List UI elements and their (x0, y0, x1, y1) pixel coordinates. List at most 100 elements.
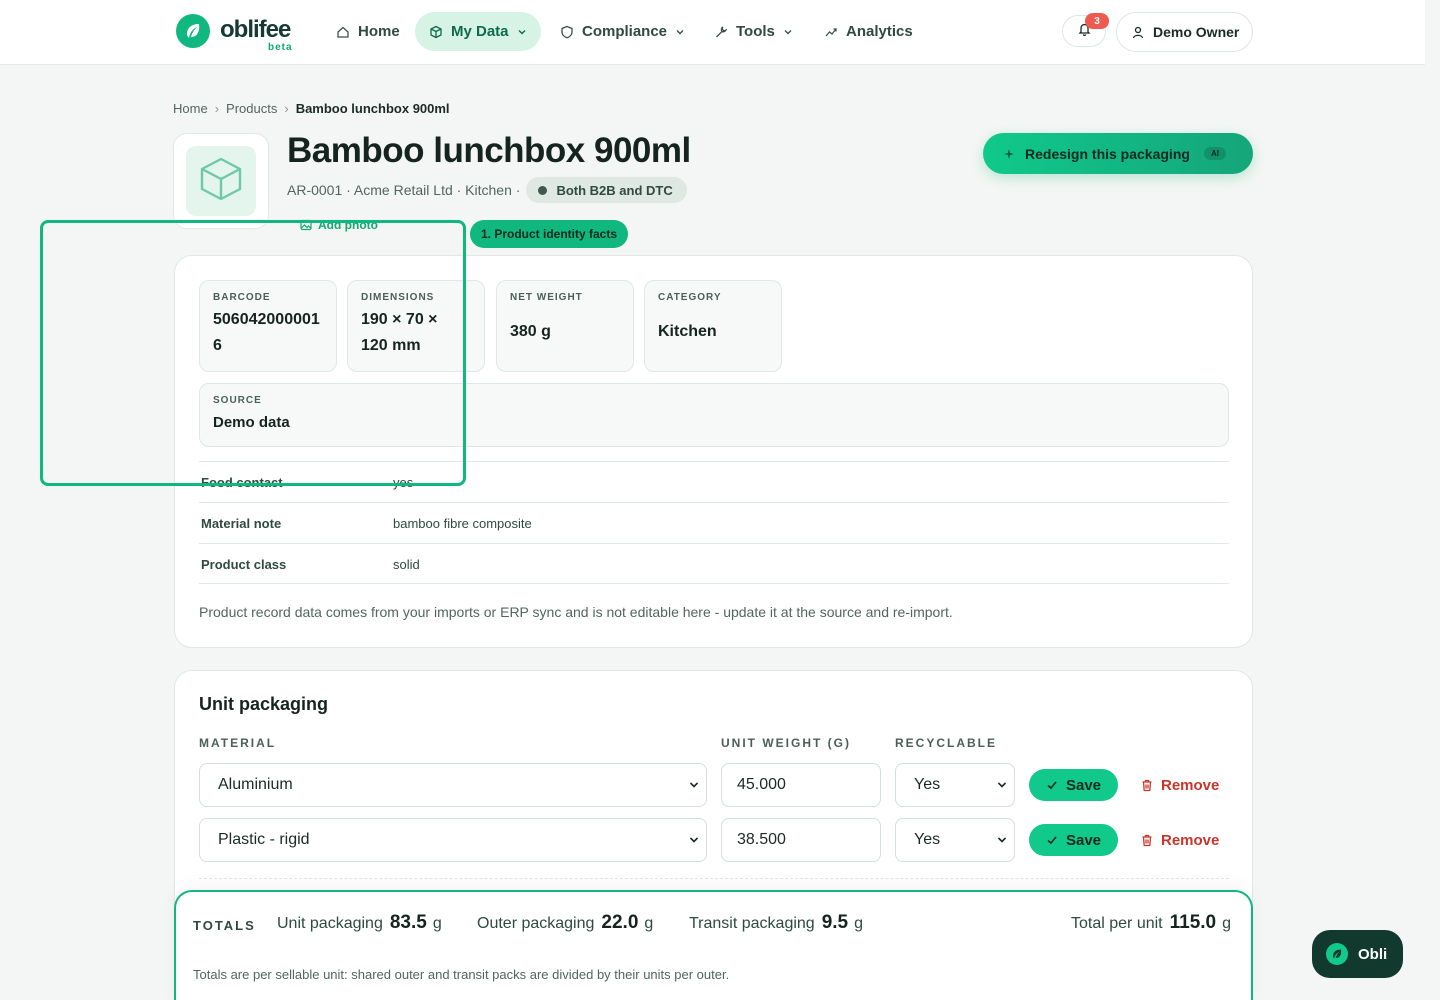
remove-button[interactable]: Remove (1141, 777, 1219, 794)
leaf-icon (176, 14, 210, 48)
record-note: Product record data comes from your impo… (199, 604, 953, 620)
save-label: Save (1065, 776, 1102, 794)
breadcrumb: Home › Products › Bamboo lunchbox 900ml (173, 101, 450, 116)
total-item-label: Total per unit (1071, 915, 1163, 932)
column-header-recyclable: RECYCLABLE (895, 736, 998, 750)
tour-step-label[interactable]: 1. Product identity facts (470, 220, 629, 248)
chevron-down-icon (996, 834, 1008, 846)
chevron-down-icon (996, 779, 1008, 791)
total-item-unit: g (644, 915, 654, 932)
obli-assistant-button[interactable]: Obli (1312, 930, 1403, 978)
fact-value: Kitchen (658, 323, 717, 340)
obli-label: Obli (1358, 945, 1388, 963)
material-select[interactable]: Plastic - rigid (199, 818, 707, 862)
fact-net-weight: NET WEIGHT 380 g (496, 280, 634, 372)
home-icon (336, 25, 350, 39)
channel-badge: Both B2B and DTC (526, 177, 687, 203)
top-navigation: oblifee beta Home My Data Compliance Too… (0, 0, 1425, 65)
chevron-down-icon (688, 779, 700, 791)
trash-icon (1141, 834, 1153, 847)
unit-weight-value: 38.500 (737, 831, 786, 848)
tour-highlight (40, 220, 466, 486)
product-meta-text: AR-0001 · Acme Retail Ltd · Kitchen · (287, 182, 521, 198)
box-icon (197, 155, 245, 208)
trash-icon (1141, 779, 1153, 792)
nav-analytics-label: Analytics (846, 23, 913, 40)
channel-badge-label: Both B2B and DTC (556, 182, 673, 198)
remove-label: Remove (1161, 832, 1220, 849)
leaf-icon (1326, 943, 1348, 965)
remove-label: Remove (1161, 777, 1220, 794)
unit-weight-input[interactable]: 45.000 (721, 763, 881, 807)
attribute-key: Material note (201, 515, 282, 531)
remove-button[interactable]: Remove (1141, 832, 1219, 849)
totals-label: TOTALS (193, 918, 256, 933)
save-button[interactable]: Save (1029, 769, 1118, 801)
save-button[interactable]: Save (1029, 824, 1118, 856)
breadcrumb-current: Bamboo lunchbox 900ml (295, 101, 450, 116)
total-item-value: 22.0 (601, 912, 639, 933)
total-item-value: 115.0 (1169, 912, 1217, 933)
material-select[interactable]: Aluminium (199, 763, 707, 807)
user-name: Demo Owner (1153, 24, 1240, 40)
check-icon (1046, 834, 1058, 846)
breadcrumb-separator: › (284, 101, 289, 116)
column-header-material: MATERIAL (199, 736, 277, 750)
total-item-unit: g (854, 915, 864, 932)
redesign-packaging-button[interactable]: Redesign this packaging AI (983, 133, 1253, 174)
total-item-value: 9.5 (821, 912, 849, 933)
chevron-down-icon (688, 834, 700, 846)
thumbnail-placeholder (186, 146, 256, 216)
recyclable-select-value: Yes (914, 831, 941, 848)
fact-label: CATEGORY (658, 292, 722, 303)
user-icon (1132, 26, 1144, 39)
recyclable-select-value: Yes (914, 776, 941, 793)
nav-my-data[interactable]: My Data (415, 12, 541, 51)
product-thumbnail[interactable] (173, 133, 269, 229)
attribute-row: Product class solid (199, 543, 1229, 584)
total-item-label: Outer packaging (477, 915, 595, 932)
sparkle-icon (1003, 148, 1015, 160)
attribute-value: solid (393, 556, 420, 572)
shield-icon (560, 25, 574, 39)
divider (199, 878, 1229, 879)
nav-tools[interactable]: Tools (700, 12, 807, 51)
total-item-label: Unit packaging (277, 915, 383, 932)
user-menu-button[interactable]: Demo Owner (1116, 12, 1253, 52)
product-meta: AR-0001 · Acme Retail Ltd · Kitchen · Bo… (287, 177, 687, 203)
beta-tag: beta (268, 42, 293, 53)
fact-category: CATEGORY Kitchen (644, 280, 782, 372)
unit-weight-input[interactable]: 38.500 (721, 818, 881, 862)
nav-home-label: Home (358, 23, 400, 40)
attribute-value: bamboo fibre composite (393, 515, 532, 531)
notification-count-badge: 3 (1085, 13, 1109, 29)
total-item-value: 83.5 (389, 912, 427, 933)
recyclable-select[interactable]: Yes (895, 818, 1015, 862)
nav-compliance[interactable]: Compliance (546, 12, 699, 51)
ai-badge: AI (1203, 147, 1226, 160)
recyclable-select[interactable]: Yes (895, 763, 1015, 807)
cube-icon (429, 25, 443, 39)
material-select-value: Plastic - rigid (218, 831, 310, 848)
save-label: Save (1065, 831, 1102, 849)
breadcrumb-home[interactable]: Home (173, 101, 208, 116)
nav-analytics[interactable]: Analytics (810, 12, 927, 51)
column-header-weight: UNIT WEIGHT (G) (721, 736, 851, 750)
total-item-label: Transit packaging (689, 915, 815, 932)
section-title: Unit packaging (199, 694, 329, 714)
nav-tools-label: Tools (736, 23, 775, 40)
trend-icon (824, 25, 838, 39)
totals-note: Totals are per sellable unit: shared out… (193, 967, 730, 982)
total-per-unit: Total per unit 115.0 g (1071, 912, 1231, 934)
wrench-icon (714, 25, 728, 39)
breadcrumb-separator: › (214, 101, 220, 116)
nav-compliance-label: Compliance (582, 23, 668, 40)
total-item-unit: g (432, 915, 442, 932)
fact-value: 380 g (510, 323, 551, 340)
nav-home[interactable]: Home (322, 12, 414, 51)
divider (199, 583, 1229, 584)
total-unit-packaging: Unit packaging 83.5 g (277, 912, 442, 934)
chevron-down-icon (675, 27, 685, 37)
breadcrumb-products[interactable]: Products (226, 101, 277, 116)
attribute-key: Product class (201, 556, 287, 572)
